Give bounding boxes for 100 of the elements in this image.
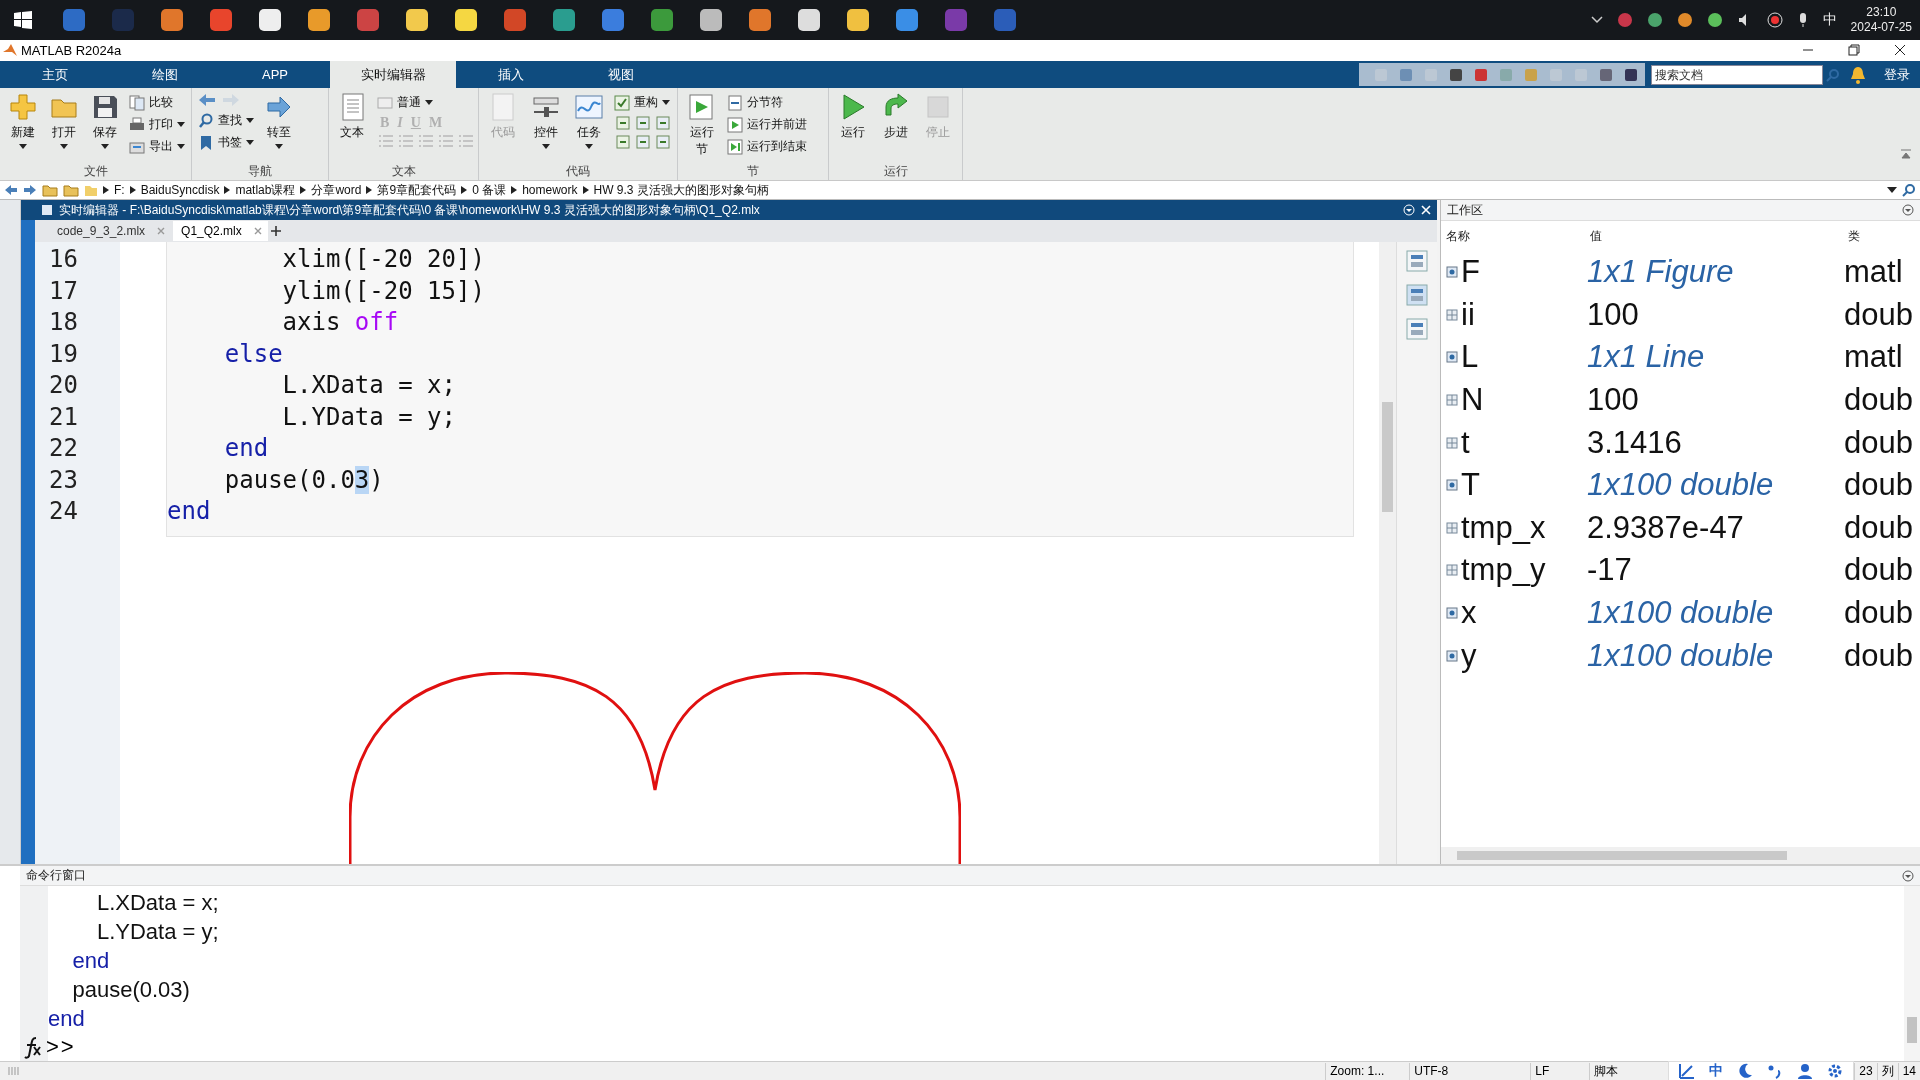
ribbon-button[interactable]: 打印 (127, 115, 187, 135)
app-icon[interactable] (797, 7, 821, 32)
app-icon[interactable] (454, 7, 478, 32)
back-arrow-icon[interactable] (4, 184, 18, 197)
toolbar-icon[interactable] (1473, 66, 1489, 83)
ribbon-button[interactable]: 步进 (875, 93, 916, 165)
code-tool-icon[interactable] (655, 134, 671, 151)
app-icon[interactable] (699, 7, 723, 32)
ribbon-button[interactable]: 运行 (833, 93, 873, 165)
section-break-icon[interactable] (727, 94, 743, 111)
restore-icon[interactable] (1848, 44, 1860, 57)
app-icon[interactable] (846, 7, 870, 32)
view-mode-icon[interactable] (1406, 284, 1428, 306)
tray-icon[interactable] (1646, 11, 1663, 28)
app-icon[interactable] (160, 7, 184, 32)
ribbon-button[interactable]: 运行并前进 (725, 115, 809, 135)
ribbon-button[interactable]: 文本 (333, 93, 372, 165)
search-icon[interactable] (198, 112, 214, 129)
tray-icon[interactable] (1616, 11, 1633, 28)
command-prompt[interactable]: >> (46, 1034, 76, 1060)
path-segment[interactable]: 0 备课 (472, 181, 507, 199)
add-tab-icon[interactable] (269, 225, 282, 237)
code-tool-icon[interactable] (635, 134, 651, 151)
code-tool-icon[interactable] (635, 115, 651, 132)
ime-indicator[interactable]: 中 (1822, 10, 1837, 29)
ribbon-button[interactable]: 控件 (526, 93, 566, 165)
ribbon-button[interactable]: 重构 (612, 93, 672, 113)
ime-mode[interactable]: 中 (1709, 1062, 1724, 1080)
gear-icon[interactable] (1827, 1063, 1844, 1079)
file-tab[interactable]: code_9_3_2.mlx (49, 221, 172, 241)
function-icon[interactable] (22, 1035, 44, 1059)
record-icon[interactable] (1766, 11, 1783, 28)
app-icon[interactable] (405, 7, 429, 32)
pen-icon[interactable] (1679, 1063, 1696, 1079)
ribbon-button[interactable]: 运行节 (682, 93, 722, 165)
toolbar-icon[interactable] (1448, 66, 1464, 83)
ribbon-button[interactable]: 普通 (375, 93, 474, 113)
path-segment[interactable]: BaiduSyncdisk (140, 183, 220, 198)
refactor-icon[interactable] (614, 94, 630, 111)
scrollbar[interactable] (1441, 847, 1920, 864)
dropdown-icon[interactable] (1887, 187, 1897, 194)
compare-icon[interactable] (129, 94, 145, 111)
forward-arrow-icon[interactable] (23, 184, 37, 197)
ribbon-button[interactable]: 转至 (259, 93, 299, 165)
panel-menu-icon[interactable] (1902, 869, 1914, 882)
printer-icon[interactable] (129, 116, 145, 133)
scrollbar[interactable] (1379, 242, 1396, 864)
ribbon-tab[interactable]: APP (220, 61, 330, 89)
run-section-icon[interactable] (688, 93, 716, 122)
run-to-end-icon[interactable] (727, 138, 743, 155)
ribbon-tab[interactable]: 主页 (0, 61, 110, 89)
panel-menu-icon[interactable] (1902, 204, 1914, 216)
code-tool-icon[interactable] (655, 115, 671, 132)
ribbon-tab[interactable]: 实时编辑器 (330, 61, 456, 89)
ribbon-button[interactable]: 查找 (196, 111, 256, 131)
moon-icon[interactable] (1737, 1063, 1754, 1079)
tray-icon[interactable] (1706, 11, 1723, 28)
path-segment[interactable]: homework (522, 183, 578, 198)
ribbon-button[interactable]: 比较 (127, 93, 187, 113)
ribbon-button[interactable]: 保存 (86, 93, 124, 165)
code-tool-icon[interactable] (615, 134, 631, 151)
tray-icon[interactable] (1676, 11, 1693, 28)
ribbon-button[interactable]: 运行到结束 (725, 137, 809, 157)
path-segment[interactable]: matlab课程 (235, 181, 296, 199)
ribbon-tab[interactable]: 视图 (566, 61, 676, 89)
scrollbar[interactable] (1904, 886, 1920, 1061)
chevron-icon[interactable] (1590, 15, 1603, 24)
resize-grip-icon[interactable] (8, 1066, 22, 1076)
app-icon[interactable] (307, 7, 331, 32)
code-tool-icon[interactable] (615, 115, 631, 132)
bookmark-icon[interactable] (198, 134, 214, 151)
ribbon-button[interactable]: 分节符 (725, 93, 809, 113)
column-header[interactable]: 类 (1848, 227, 1860, 245)
back-arrow-icon[interactable] (198, 93, 216, 108)
file-tab[interactable]: Q1_Q2.mlx (173, 221, 268, 241)
user-icon[interactable] (1797, 1063, 1814, 1079)
view-mode-icon[interactable] (1406, 318, 1428, 340)
run-advance-icon[interactable] (727, 116, 743, 133)
toolbar-icon[interactable] (1598, 66, 1614, 83)
column-header[interactable]: 值 (1590, 227, 1848, 245)
search-field[interactable]: 搜索文档 (1651, 64, 1823, 85)
close-icon[interactable] (1894, 44, 1906, 57)
path-segment[interactable]: 第9章配套代码 (377, 181, 457, 199)
path-segment[interactable]: HW 9.3 灵活强大的图形对象句柄 (593, 181, 769, 199)
search-icon[interactable] (1902, 183, 1916, 198)
windows-icon[interactable] (14, 10, 32, 29)
path-segment[interactable]: 分章word (311, 181, 362, 199)
ribbon-tab[interactable]: 绘图 (110, 61, 220, 89)
path-segment[interactable]: F: (114, 183, 125, 198)
chart-icon[interactable] (575, 93, 603, 122)
toolbar-icon[interactable] (1623, 66, 1639, 83)
bell-icon[interactable] (1850, 65, 1866, 84)
ribbon-button[interactable]: 新建 (4, 93, 42, 165)
app-icon[interactable] (748, 7, 772, 32)
collapse-icon[interactable] (1900, 148, 1912, 161)
ribbon-button[interactable]: 打开 (45, 93, 83, 165)
column-header[interactable]: 名称 (1441, 227, 1590, 245)
ribbon-button[interactable]: 导出 (127, 137, 187, 157)
app-icon[interactable] (258, 7, 282, 32)
ribbon-button[interactable]: 书签 (196, 133, 256, 153)
